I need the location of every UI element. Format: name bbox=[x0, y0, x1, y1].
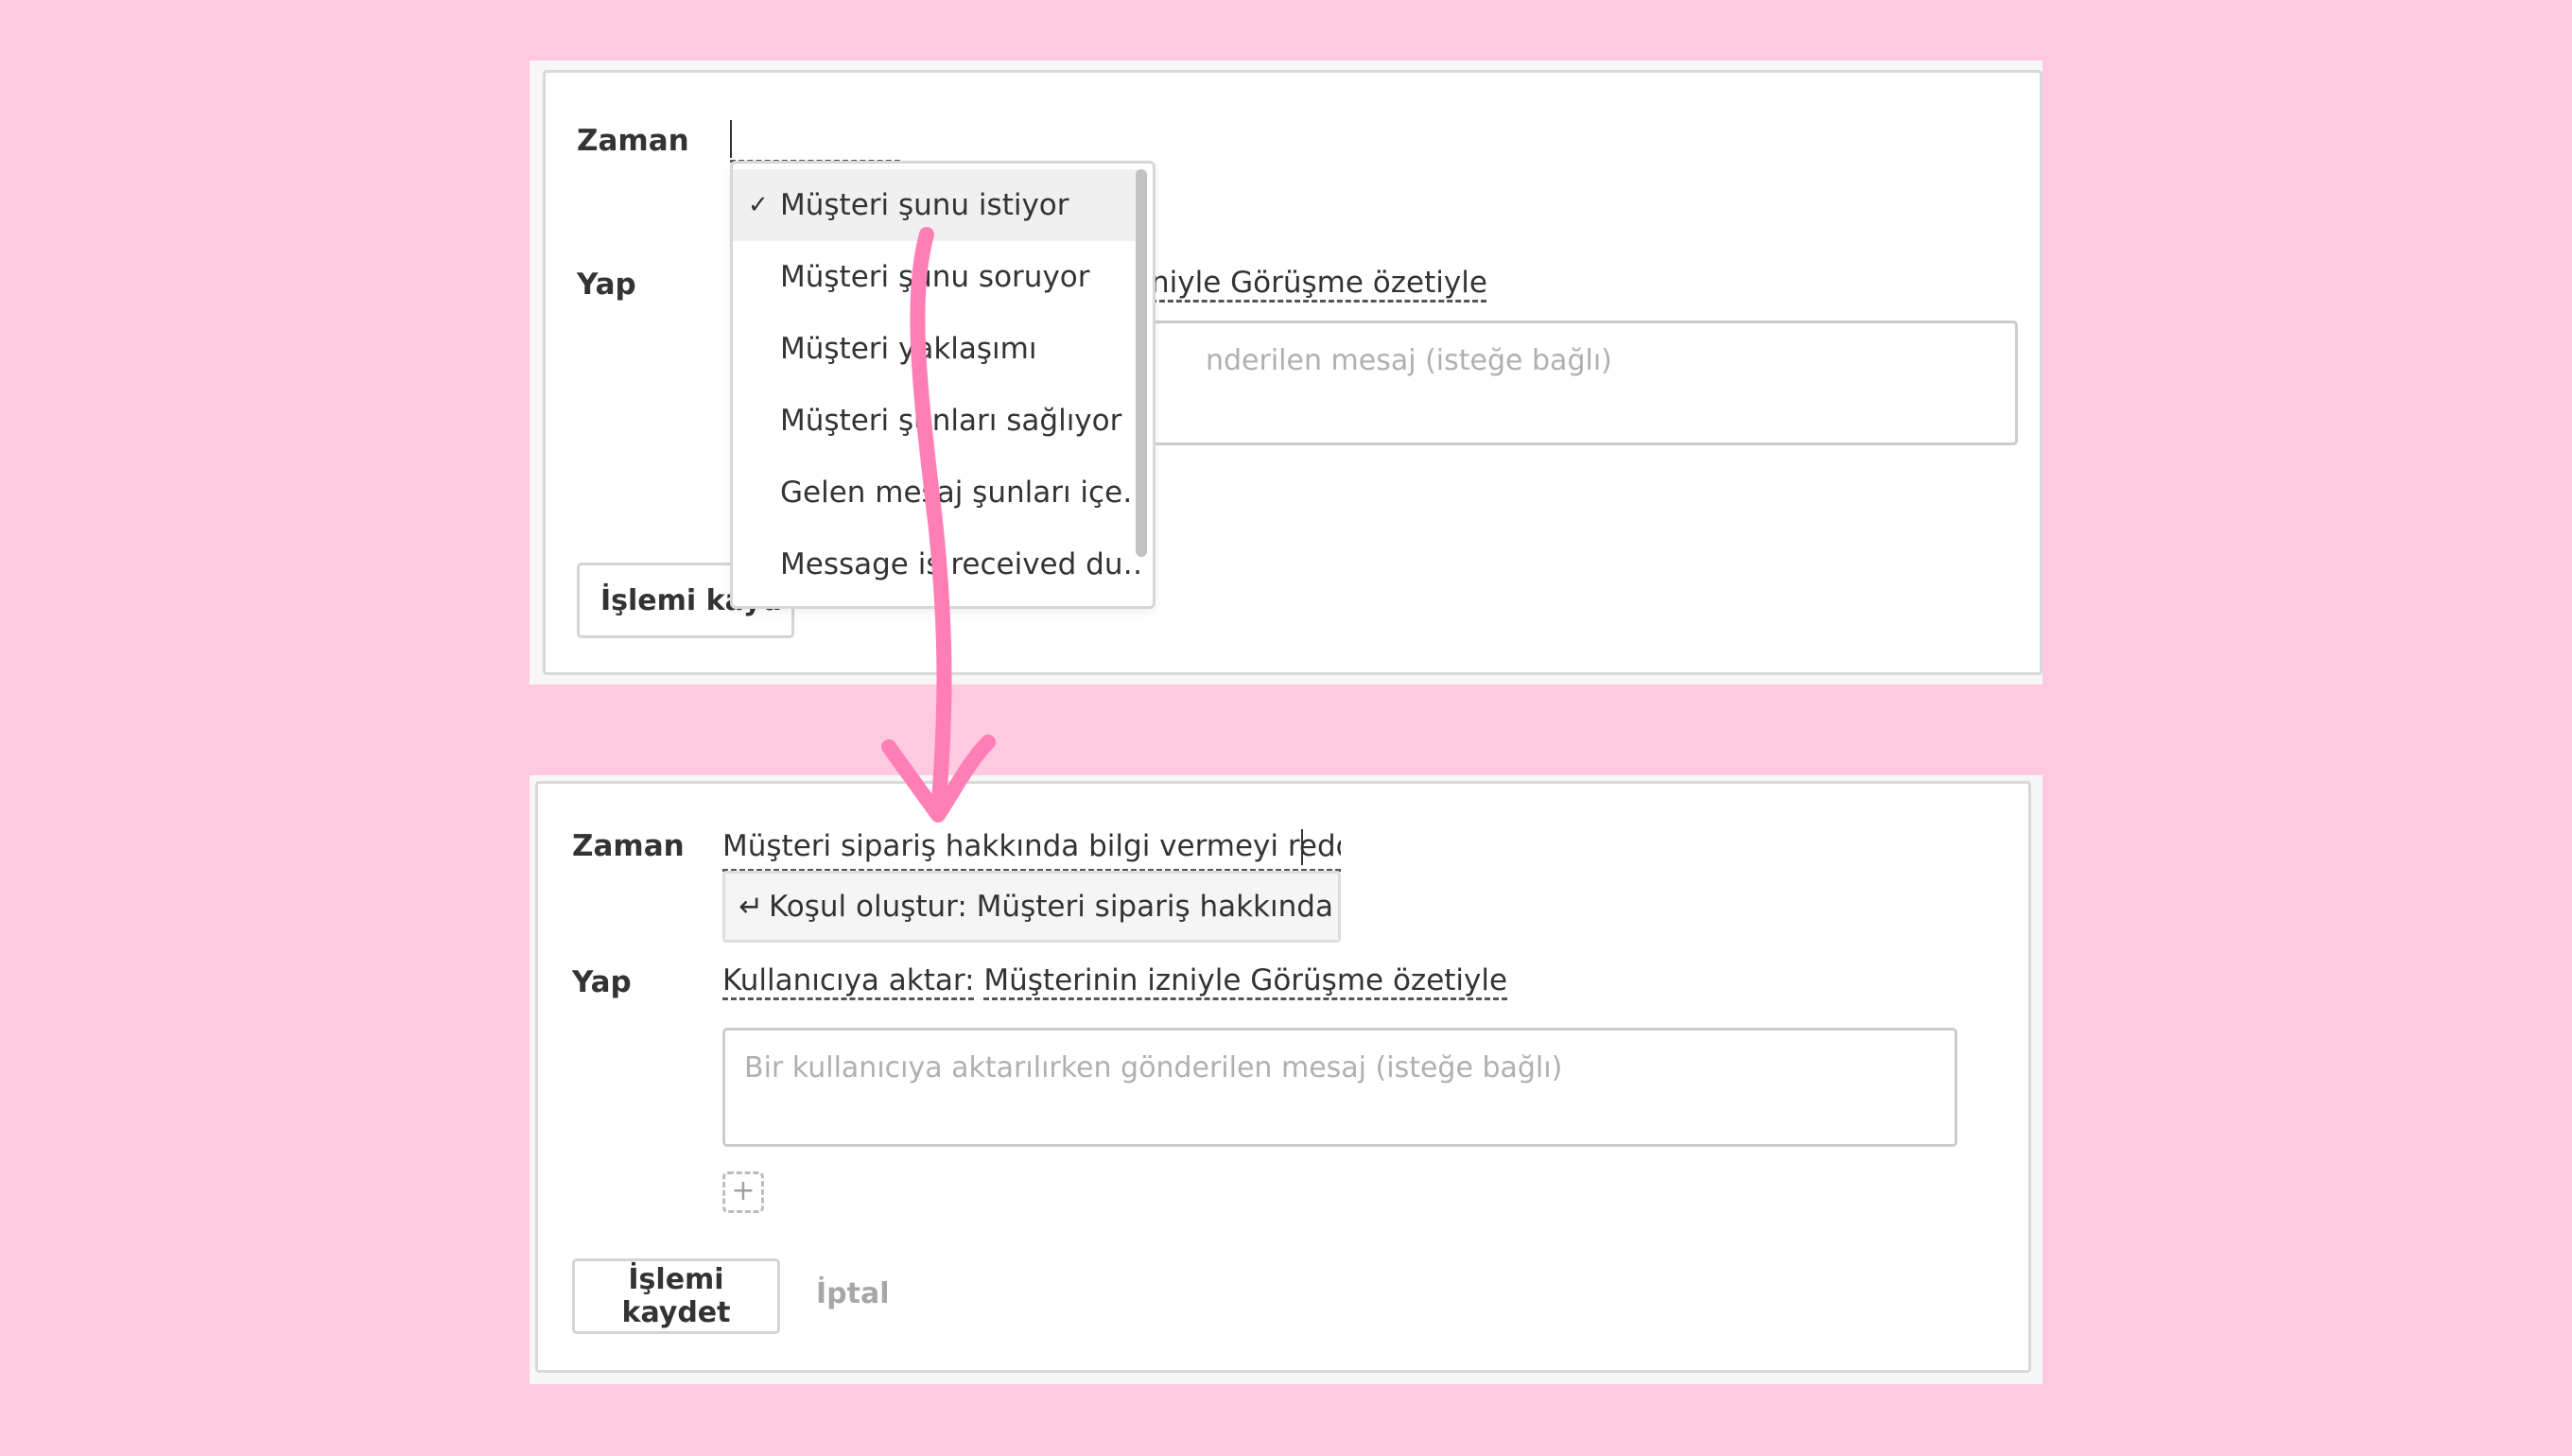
dropdown-item[interactable]: Müşteri şunu soruyor bbox=[733, 241, 1139, 313]
do-action-link[interactable]: Kullanıcıya aktar: Müşterinin izniyle Gö… bbox=[722, 963, 1507, 997]
when-input[interactable]: Müşteri sipariş hakkında bilgi vermeyi r… bbox=[722, 825, 1341, 872]
dropdown-item-label: Müşteri şunu soruyor bbox=[780, 260, 1090, 294]
do-label: Yap bbox=[577, 268, 636, 302]
do-action-link[interactable]: niyle Görüşme özetiyle bbox=[1151, 266, 1487, 302]
suggestion-label: Koşul oluştur: Müşteri sipariş hakkında … bbox=[768, 890, 1341, 924]
do-label: Yap bbox=[572, 965, 632, 999]
dropdown-item[interactable]: Gelen mesaj şunları içe… bbox=[733, 457, 1139, 529]
dropdown-item[interactable]: Müşteri şunları sağlıyor bbox=[733, 385, 1139, 457]
text-caret bbox=[1301, 829, 1303, 865]
when-input-value: Müşteri sipariş hakkında bilgi vermeyi r… bbox=[722, 829, 1341, 863]
add-action-button[interactable]: + bbox=[722, 1171, 764, 1213]
dropdown-item[interactable]: Müşteri yaklaşımı bbox=[733, 313, 1139, 385]
dropdown-item-label: Gelen mesaj şunları içe… bbox=[780, 476, 1139, 510]
do-action-prefix: Kullanıcıya aktar: bbox=[722, 963, 975, 997]
dropdown-item-label: Müşteri yaklaşımı bbox=[780, 332, 1037, 366]
bottom-action-card: Zaman Müşteri sipariş hakkında bilgi ver… bbox=[535, 781, 2031, 1373]
save-button[interactable]: İşlemi kaydet bbox=[572, 1258, 780, 1334]
message-input[interactable] bbox=[722, 1028, 1957, 1147]
message-input[interactable]: nderilen mesaj (isteğe bağlı) bbox=[1070, 321, 2018, 445]
when-input-empty[interactable] bbox=[730, 118, 900, 163]
dropdown-item[interactable]: ✓ Müşteri şunu istiyor bbox=[733, 169, 1139, 241]
save-button-label: İşlemi kaydet bbox=[621, 1263, 731, 1329]
bottom-panel: Zaman Müşteri sipariş hakkında bilgi ver… bbox=[530, 775, 2042, 1384]
message-placeholder: nderilen mesaj (isteğe bağlı) bbox=[1206, 344, 1612, 377]
cancel-link[interactable]: İptal bbox=[816, 1277, 890, 1310]
dropdown-item-label: Message is received du… bbox=[780, 547, 1139, 581]
suggestion-item[interactable]: ↵ Koşul oluştur: Müşteri sipariş hakkında… bbox=[722, 871, 1341, 943]
top-panel: Zaman Yap niyle Görüşme özetiyle nderile… bbox=[530, 61, 2042, 685]
dropdown-item-label: Müşteri şunu istiyor bbox=[780, 188, 1069, 222]
dropdown-item[interactable]: Message is received du… bbox=[733, 529, 1139, 600]
condition-dropdown[interactable]: ✓ Müşteri şunu istiyor Müşteri şunu soru… bbox=[730, 161, 1156, 609]
do-action-value: Müşterinin izniyle Görüşme özetiyle bbox=[983, 963, 1508, 997]
check-icon: ✓ bbox=[748, 191, 769, 219]
dropdown-scrollbar[interactable] bbox=[1136, 169, 1147, 557]
when-label: Zaman bbox=[572, 829, 685, 863]
when-label: Zaman bbox=[577, 124, 689, 158]
enter-icon: ↵ bbox=[739, 890, 763, 924]
text-caret bbox=[730, 120, 732, 158]
plus-icon: + bbox=[731, 1174, 756, 1207]
dropdown-item-label: Müşteri şunları sağlıyor bbox=[780, 404, 1122, 438]
